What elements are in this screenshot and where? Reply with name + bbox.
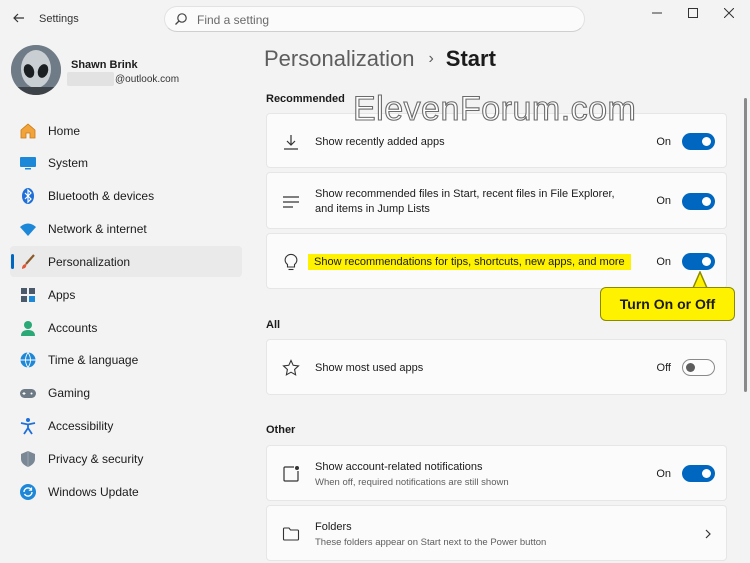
setting-tips-recommendations[interactable]: Show recommendations for tips, shortcuts… [266,233,727,289]
user-name: Shawn Brink [71,59,138,71]
sidebar-item-privacy[interactable]: Privacy & security [10,443,242,474]
sidebar-item-label: Gaming [48,386,91,401]
section-title-other: Other [266,424,296,436]
sidebar-item-label: Home [48,123,81,138]
lightbulb-icon [281,252,301,272]
section-title-all: All [266,319,281,331]
sidebar-item-label: Accessibility [48,419,114,434]
toggle-state-text: Off [656,362,671,374]
download-icon [281,132,301,152]
back-arrow-icon [13,13,24,23]
setting-folders[interactable]: Folders These folders appear on Start ne… [266,505,727,561]
avatar[interactable] [11,45,61,95]
recently-added-toggle[interactable] [682,133,715,150]
shield-icon [19,450,37,468]
search-placeholder: Find a setting [197,13,270,27]
alien-avatar-icon [11,45,61,95]
breadcrumb-parent[interactable]: Personalization [264,46,414,72]
most-used-toggle[interactable] [682,359,715,376]
setting-label: Show recommendations for tips, shortcuts… [308,254,631,270]
sidebar-item-personalization[interactable]: Personalization [10,246,242,278]
sidebar-item-system[interactable]: System [10,148,242,179]
sidebar-item-label: Windows Update [48,484,139,499]
sidebar-item-label: Bluetooth & devices [48,189,155,204]
setting-description: These folders appear on Start next to th… [315,537,547,548]
wifi-icon [19,220,37,238]
setting-label: Show recommended files in Start, recent … [315,188,615,200]
search-box[interactable]: Find a setting [164,6,585,32]
brush-icon [19,253,37,271]
sidebar-item-accounts[interactable]: Accounts [10,312,242,343]
sidebar-item-label: Personalization [48,254,131,269]
back-button[interactable] [8,7,30,29]
scrollbar[interactable] [744,98,747,392]
sidebar-item-label: Apps [48,287,76,302]
toggle-state-text: On [656,468,671,480]
maximize-button[interactable] [678,4,708,22]
setting-label: Folders [315,521,352,533]
star-icon [281,358,301,378]
apps-icon [19,286,37,304]
sidebar-item-label: System [48,156,89,171]
sidebar-item-label: Privacy & security [48,451,144,466]
sidebar-item-gaming[interactable]: Gaming [10,378,242,409]
sidebar-item-home[interactable]: Home [10,115,242,146]
gamepad-icon [19,384,37,402]
setting-label: Show account-related notifications [315,461,483,473]
account-notifications-toggle[interactable] [682,465,715,482]
sidebar-item-network[interactable]: Network & internet [10,214,242,245]
sidebar-item-time-language[interactable]: Time & language [10,345,242,376]
section-title-recommended: Recommended [266,93,345,105]
sidebar-item-label: Time & language [48,353,139,368]
sidebar-item-label: Accounts [48,320,98,335]
update-icon [19,483,37,501]
accounts-icon [19,319,37,337]
setting-label-line2: and items in Jump Lists [315,203,430,215]
home-icon [19,122,37,140]
sidebar-item-windows-update[interactable]: Windows Update [10,476,242,507]
tips-toggle[interactable] [682,253,715,270]
sidebar-item-bluetooth[interactable]: Bluetooth & devices [10,181,242,212]
chevron-right-icon: › [428,50,434,67]
folder-icon [281,524,301,544]
sidebar-item-accessibility[interactable]: Accessibility [10,411,242,442]
minimize-button[interactable] [642,4,672,22]
minimize-icon [652,12,662,14]
highlighted-label: Show recommendations for tips, shortcuts… [308,254,631,270]
sidebar-item-label: Network & internet [48,222,147,237]
toggle-state-text: On [656,136,671,148]
toggle-state-text: On [656,256,671,268]
notification-icon [281,464,301,484]
maximize-icon [688,8,698,18]
setting-account-notifications[interactable]: Show account-related notifications When … [266,445,727,501]
app-title: Settings [39,13,79,25]
user-email: @outlook.com [115,74,180,85]
breadcrumb: Personalization › Start [264,46,496,72]
setting-recently-added-apps[interactable]: Show recently added apps On [266,113,727,168]
recommended-files-toggle[interactable] [682,193,715,210]
close-icon [724,8,734,18]
setting-label: Show most used apps [315,362,424,374]
title-bar: Settings Find a setting [0,0,750,38]
close-button[interactable] [714,4,744,22]
globe-icon [19,351,37,369]
chevron-right-icon [705,529,711,539]
system-icon [19,154,37,172]
search-icon [175,13,187,25]
sidebar-nav: Home System Bluetooth & devices Network … [10,115,242,509]
accessibility-icon [19,417,37,435]
list-icon [281,192,301,212]
setting-label: Show recently added apps [315,136,445,148]
email-redacted-block [67,72,114,86]
bluetooth-icon [19,187,37,205]
setting-recommended-files[interactable]: Show recommended files in Start, recent … [266,172,727,229]
toggle-state-text: On [656,195,671,207]
page-title: Start [445,46,496,71]
setting-most-used-apps[interactable]: Show most used apps Off [266,339,727,395]
callout-label: Turn On or Off [600,287,735,321]
sidebar-item-apps[interactable]: Apps [10,279,242,310]
setting-description: When off, required notifications are sti… [315,477,509,488]
